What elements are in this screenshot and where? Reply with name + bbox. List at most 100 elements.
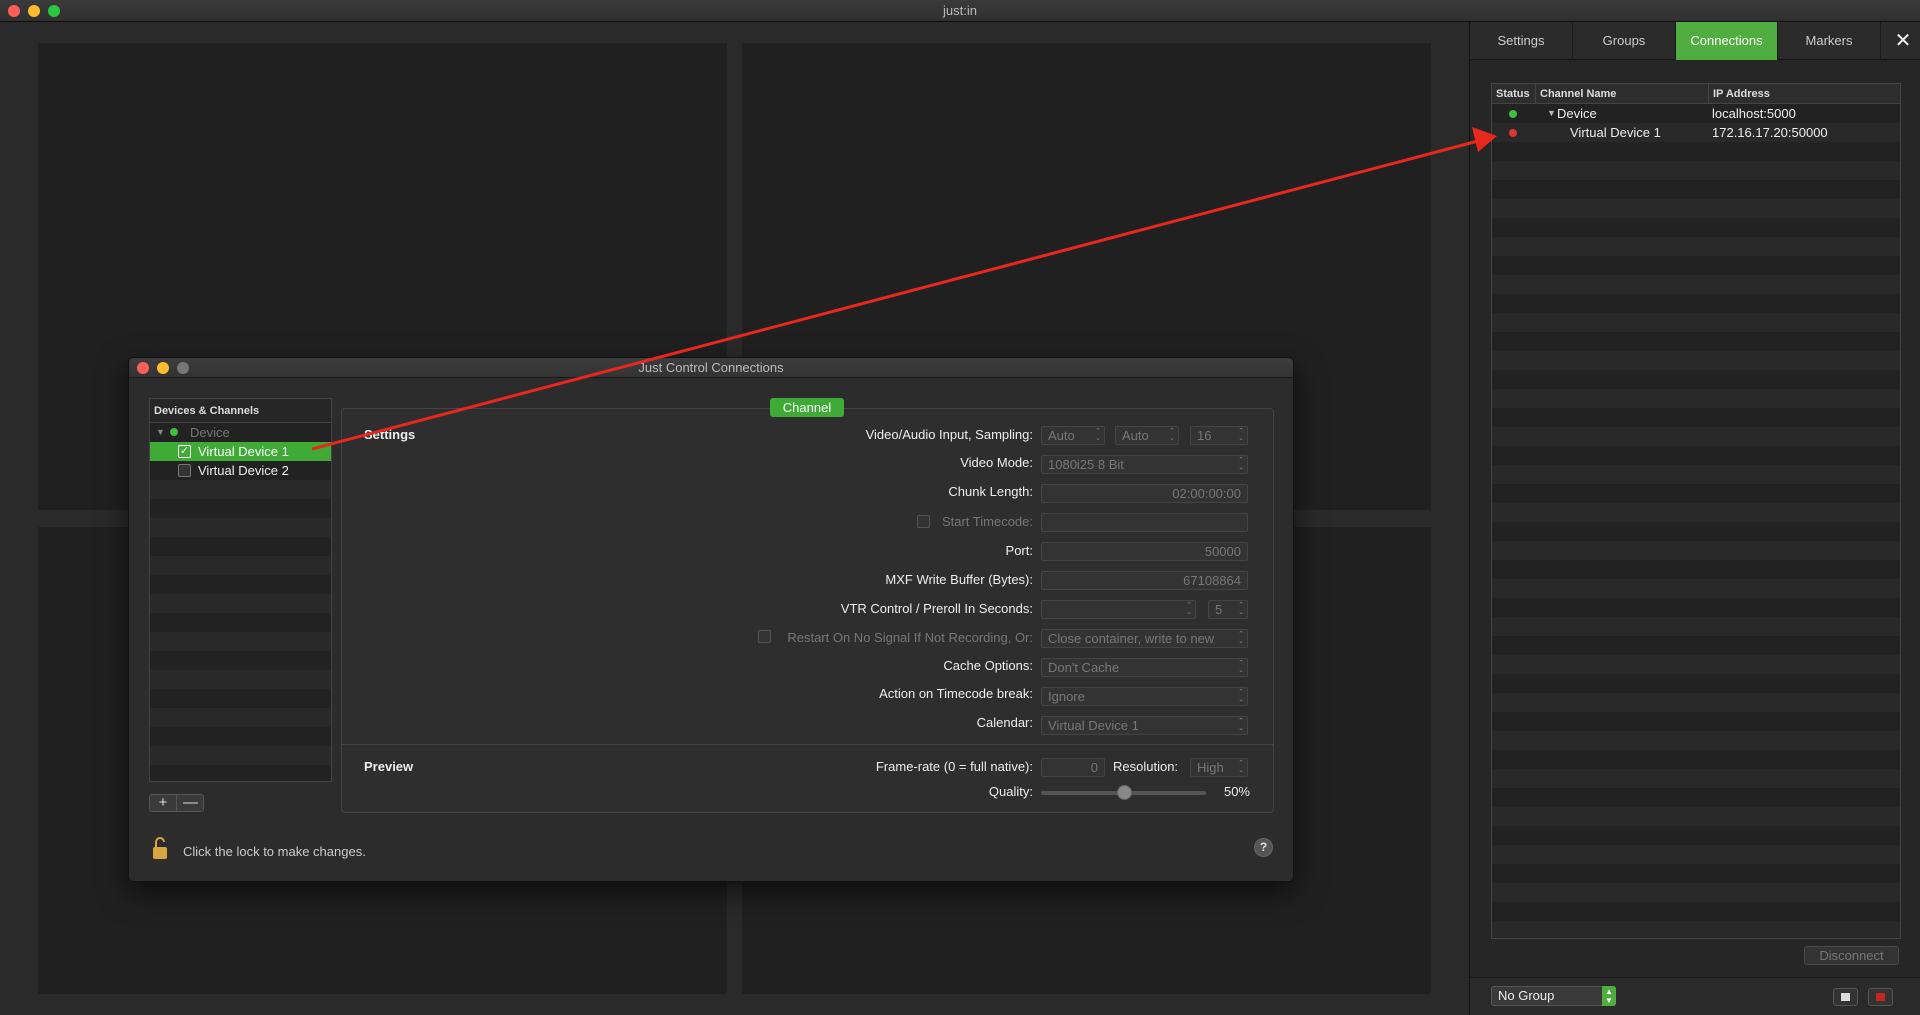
channel-name: Device [1557, 106, 1597, 121]
status-ok-icon [170, 428, 178, 436]
status-error-icon [1509, 129, 1517, 137]
mxf-buffer-label: MXF Write Buffer (Bytes): [885, 572, 1033, 587]
settings-section-title: Settings [364, 427, 416, 442]
quality-value: 50% [1223, 784, 1250, 799]
close-icon[interactable]: ✕ [1891, 22, 1915, 60]
channel-settings-box: Settings Video/Audio Input, Sampling: Au… [341, 408, 1274, 813]
list-item[interactable]: ✓ Virtual Device 1 [150, 442, 331, 461]
tab-groups[interactable]: Groups [1573, 22, 1676, 60]
sampling-select[interactable]: 16 [1190, 426, 1248, 445]
lock-text: Click the lock to make changes. [183, 844, 366, 859]
column-ip-address[interactable]: IP Address [1709, 84, 1900, 104]
connections-dialog: Just Control Connections Devices & Chann… [128, 357, 1294, 882]
quality-label: Quality: [988, 784, 1033, 799]
checkbox[interactable] [178, 464, 191, 477]
ip-address: localhost:5000 [1712, 106, 1796, 121]
list-item[interactable]: Virtual Device 2 [150, 461, 331, 480]
video-mode-select[interactable]: 1080i25 8 Bit [1041, 455, 1248, 474]
tab-connections[interactable]: Connections [1676, 22, 1778, 60]
resolution-select[interactable]: High [1190, 758, 1248, 777]
devices-header: Devices & Channels [150, 399, 331, 423]
start-timecode-field[interactable] [1041, 513, 1248, 532]
table-body: ▼ Device localhost:5000 Virtual Device 1… [1492, 104, 1900, 938]
device-label: Virtual Device 2 [198, 463, 289, 478]
disclosure-triangle-icon[interactable]: ▼ [156, 423, 165, 442]
side-panel: Settings Groups Connections Markers ✕ St… [1469, 22, 1920, 1015]
checkbox-checked[interactable]: ✓ [178, 445, 191, 458]
dialog-minimize-button[interactable] [157, 362, 169, 374]
window-titlebar: just:in [0, 0, 1920, 22]
column-status[interactable]: Status [1492, 84, 1536, 104]
close-window-button[interactable] [8, 5, 20, 17]
tab-settings[interactable]: Settings [1470, 22, 1573, 60]
tab-bar: Settings Groups Connections Markers ✕ [1470, 22, 1920, 60]
restart-checkbox[interactable] [758, 630, 771, 643]
device-label: Device [190, 425, 230, 440]
tab-markers[interactable]: Markers [1778, 22, 1881, 60]
port-field[interactable]: 50000 [1041, 542, 1248, 561]
framerate-label: Frame-rate (0 = full native): [875, 759, 1033, 774]
timecode-break-select[interactable]: Ignore [1041, 687, 1248, 706]
vtr-control-label: VTR Control / Preroll In Seconds: [840, 601, 1033, 616]
start-timecode-label: Start Timecode: [941, 514, 1033, 529]
chunk-length-field[interactable]: 02:00:00:00 [1041, 484, 1248, 503]
column-channel-name[interactable]: Channel Name [1536, 84, 1709, 104]
minimize-window-button[interactable] [28, 5, 40, 17]
add-remove-buttons: + — [149, 794, 204, 812]
section-divider [342, 744, 1273, 745]
disclosure-triangle-icon[interactable]: ▼ [1547, 104, 1556, 123]
lock-icon[interactable] [151, 836, 169, 860]
window-title: just:in [943, 3, 977, 18]
table-header: Status Channel Name IP Address [1492, 84, 1900, 104]
framerate-field[interactable]: 0 [1041, 758, 1105, 777]
dialog-title: Just Control Connections [638, 360, 784, 375]
stop-button[interactable] [1833, 988, 1858, 1006]
status-ok-icon [1509, 110, 1517, 118]
ip-address: 172.16.17.20:50000 [1712, 125, 1828, 140]
vtr-control-select[interactable] [1041, 600, 1196, 619]
stop-icon [1841, 993, 1850, 1001]
calendar-select[interactable]: Virtual Device 1 [1041, 716, 1248, 735]
preview-section-title: Preview [364, 759, 414, 774]
devices-body: ▼ Device ✓ Virtual Device 1 Virtual Devi… [150, 423, 331, 781]
group-select-value: No Group [1498, 988, 1555, 1003]
restart-select[interactable]: Close container, write to new [1041, 629, 1248, 648]
add-button[interactable]: + [150, 795, 177, 811]
remove-button[interactable]: — [177, 795, 204, 811]
resolution-label: Resolution: [1113, 759, 1179, 774]
dialog-close-button[interactable] [137, 362, 149, 374]
record-button[interactable] [1868, 988, 1893, 1006]
zoom-window-button[interactable] [48, 5, 60, 17]
dialog-zoom-button[interactable] [177, 362, 189, 374]
device-label: Virtual Device 1 [198, 444, 289, 459]
timecode-break-label: Action on Timecode break: [879, 686, 1033, 701]
audio-input-select[interactable]: Auto [1115, 426, 1179, 445]
help-button[interactable]: ? [1254, 838, 1273, 857]
connections-table: Status Channel Name IP Address ▼ Device … [1491, 83, 1901, 939]
bottom-toolbar: No Group ▲ ▼ [1470, 977, 1920, 1015]
channel-name: Virtual Device 1 [1570, 125, 1661, 140]
video-input-select[interactable]: Auto [1041, 426, 1105, 445]
table-row[interactable]: Virtual Device 1 172.16.17.20:50000 [1492, 123, 1900, 142]
restart-label: Restart On No Signal If Not Recording, O… [787, 630, 1033, 645]
disconnect-button[interactable]: Disconnect [1804, 946, 1899, 965]
calendar-label: Calendar: [976, 715, 1033, 730]
mxf-buffer-field[interactable]: 67108864 [1041, 571, 1248, 590]
list-item[interactable]: ▼ Device [150, 423, 331, 442]
select-arrows-icon: ▲ ▼ [1602, 986, 1616, 1006]
preroll-select[interactable]: 5 [1208, 600, 1248, 619]
dialog-titlebar: Just Control Connections [129, 358, 1293, 378]
video-mode-label: Video Mode: [960, 455, 1033, 470]
cache-options-select[interactable]: Don't Cache [1041, 658, 1248, 677]
group-select[interactable]: No Group ▲ ▼ [1491, 986, 1616, 1006]
cache-options-label: Cache Options: [943, 658, 1033, 673]
start-timecode-checkbox[interactable] [917, 515, 930, 528]
tab-channel[interactable]: Channel [770, 398, 844, 417]
quality-slider-knob[interactable] [1116, 785, 1132, 800]
port-label: Port: [1005, 543, 1033, 558]
chunk-length-label: Chunk Length: [948, 484, 1033, 499]
record-icon [1876, 993, 1885, 1001]
video-audio-label: Video/Audio Input, Sampling: [865, 427, 1033, 442]
devices-list: Devices & Channels ▼ Device ✓ Virtual De… [149, 398, 332, 782]
table-row[interactable]: ▼ Device localhost:5000 [1492, 104, 1900, 123]
